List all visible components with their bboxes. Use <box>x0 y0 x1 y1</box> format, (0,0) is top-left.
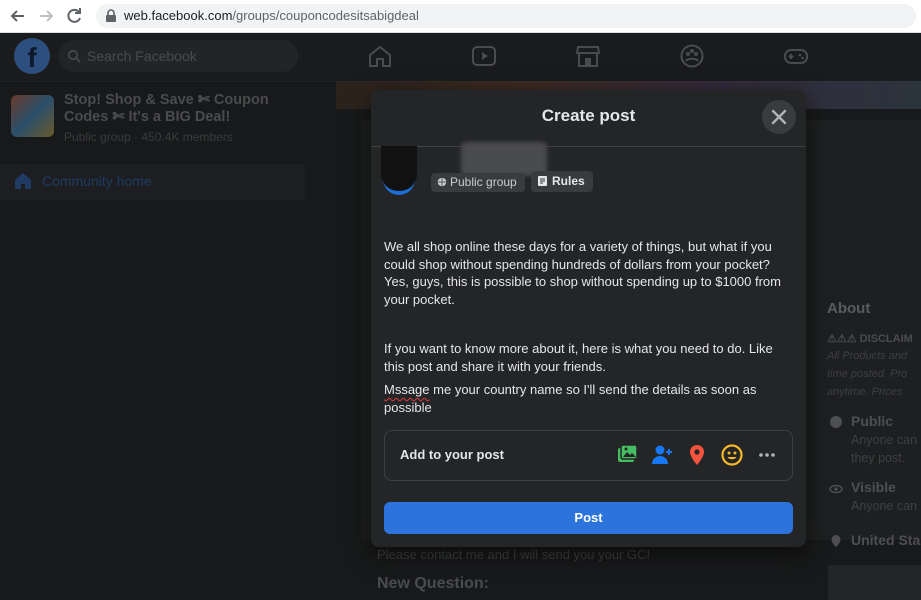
right-panel-box <box>828 565 921 600</box>
dialog-divider <box>371 146 806 147</box>
sidebar-item-label: Community home <box>42 173 152 189</box>
marketplace-icon[interactable] <box>575 44 601 68</box>
reload-icon[interactable] <box>63 5 85 27</box>
post-paragraph[interactable]: We all shop online these days for a vari… <box>384 238 784 308</box>
lock-icon[interactable] <box>104 9 118 23</box>
add-to-post-label: Add to your post <box>400 447 504 462</box>
audience-chip-label: Public group <box>450 175 517 189</box>
avatar-ring <box>383 175 415 195</box>
add-to-post-box: Add to your post <box>384 430 793 481</box>
post-paragraph[interactable]: If you want to know more about it, here … <box>384 340 784 375</box>
about-title: About <box>827 300 871 317</box>
post-button[interactable]: Post <box>384 502 793 534</box>
forward-arrow-icon[interactable] <box>35 5 57 27</box>
visibility-sub: Anyone can <box>851 499 918 513</box>
watch-icon[interactable] <box>471 44 497 68</box>
back-arrow-icon[interactable] <box>7 5 29 27</box>
close-button[interactable] <box>762 100 796 134</box>
more-options-icon[interactable] <box>755 443 779 467</box>
group-thumbnail[interactable] <box>11 95 54 137</box>
about-line: time posted. Pro <box>827 368 908 380</box>
location-text: United Sta <box>851 532 921 548</box>
home-icon <box>14 172 32 190</box>
about-line: All Products and <box>827 350 908 362</box>
eye-icon <box>829 482 843 496</box>
search-input[interactable]: Search Facebook <box>87 48 197 64</box>
post-snippet: Please contact me and I will send you yo… <box>377 547 651 562</box>
disclaimer-text: ⚠⚠⚠ DISCLAIM <box>827 333 913 345</box>
post-heading: New Question: <box>377 575 490 592</box>
privacy-public-title: Public <box>851 413 894 429</box>
dialog-title: Create post <box>541 106 636 125</box>
visibility-title: Visible <box>851 479 896 495</box>
globe-icon <box>829 415 843 429</box>
rules-chip[interactable]: Rules <box>531 171 593 192</box>
rules-chip-label: Rules <box>552 174 585 188</box>
url-text: web.facebook.com/groups/couponcodesitsab… <box>124 8 419 23</box>
feeling-activity-icon[interactable] <box>720 443 744 467</box>
misspelled-word[interactable]: Mssage <box>384 382 430 397</box>
group-name[interactable]: Stop! Shop & Save ✄ Coupon Codes ✄ It's … <box>64 92 294 126</box>
groups-icon[interactable] <box>679 44 705 68</box>
about-line: anytime. Prices <box>827 386 903 398</box>
create-post-dialog: Create post Public group Rules We all sh… <box>371 90 806 547</box>
search-icon <box>67 49 81 63</box>
close-icon <box>771 109 787 125</box>
post-paragraph-rest: me your country name so I'll send the de… <box>384 382 757 415</box>
globe-icon <box>437 174 447 193</box>
privacy-public-sub: Anyone can <box>851 433 918 447</box>
gaming-icon[interactable] <box>783 44 809 68</box>
check-in-icon[interactable] <box>685 443 709 467</box>
tag-people-icon[interactable] <box>650 443 674 467</box>
home-icon[interactable] <box>367 44 393 68</box>
location-pin-icon <box>829 534 843 548</box>
facebook-logo[interactable]: f <box>14 38 50 74</box>
group-meta: Public group · 450.4K members <box>64 130 233 144</box>
privacy-public-sub: they post. <box>851 451 906 465</box>
post-paragraph[interactable]: Mssage me your country name so I'll send… <box>384 381 784 416</box>
book-icon <box>537 173 548 194</box>
photo-video-icon[interactable] <box>615 443 639 467</box>
audience-chip[interactable]: Public group <box>431 173 525 192</box>
